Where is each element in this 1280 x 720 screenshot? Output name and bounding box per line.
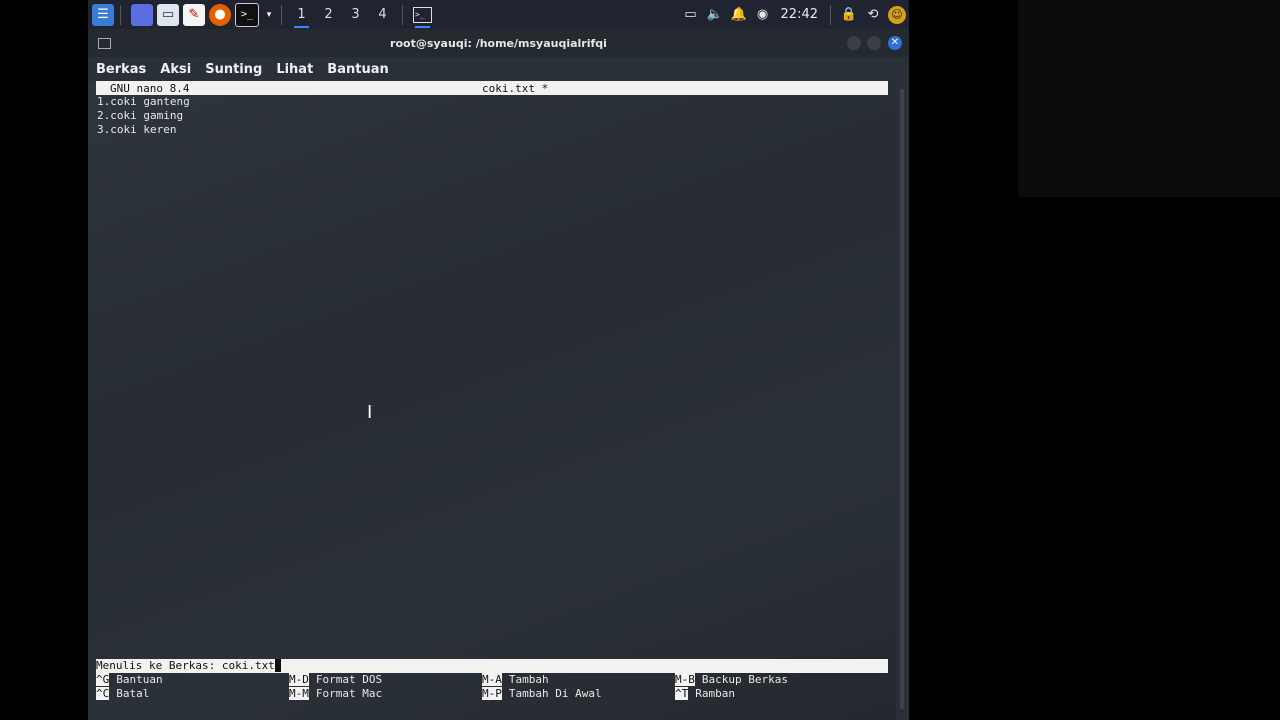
chevron-down-icon[interactable]: ▾ bbox=[263, 4, 275, 26]
text-cursor bbox=[274, 659, 281, 672]
shortcut-bantuan[interactable]: ^G Bantuan bbox=[96, 673, 163, 687]
taskbar-terminal-task[interactable]: >_ bbox=[409, 0, 436, 29]
shortcut-format-dos[interactable]: M-D Format DOS bbox=[289, 673, 382, 687]
clock[interactable]: 22:42 bbox=[775, 7, 824, 22]
panel-separator bbox=[830, 4, 831, 25]
shortcut-tambah[interactable]: M-A Tambah bbox=[482, 673, 549, 687]
save-prompt-text: Menulis ke Berkas: coki.txt bbox=[96, 659, 275, 672]
show-desktop-icon[interactable] bbox=[131, 3, 153, 26]
notification-bell-icon[interactable]: 🔔 bbox=[727, 0, 751, 29]
shortcut-label: Ramban bbox=[695, 687, 735, 700]
menu-aksi[interactable]: Aksi bbox=[159, 60, 192, 79]
volume-icon[interactable]: 🔈 bbox=[703, 0, 727, 29]
shortcut-key: M-A bbox=[482, 673, 502, 686]
workspace-3[interactable]: 3 bbox=[342, 0, 369, 29]
logout-icon[interactable]: ⟲ bbox=[861, 0, 885, 29]
shortcut-ramban[interactable]: ^T Ramban bbox=[675, 687, 735, 701]
file-line[interactable]: 2.coki gaming bbox=[97, 109, 183, 123]
background-panel bbox=[1018, 0, 1280, 197]
window-titlebar[interactable]: root@syauqi: /home/msyauqialrifqi ✕ bbox=[88, 29, 909, 57]
shortcut-key: ^T bbox=[675, 687, 689, 700]
shortcut-backup-berkas[interactable]: M-B Backup Berkas bbox=[675, 673, 788, 687]
top-panel: ☰ ▭ ✎ ● >_ ▾ 1 2 3 4 >_ ▭ 🔈 🔔 ◉ 22:42 🔒 … bbox=[88, 0, 909, 29]
workspace-1[interactable]: 1 bbox=[288, 0, 315, 29]
panel-separator bbox=[402, 4, 403, 25]
nano-shortcuts: ^G Bantuan M-D Format DOS M-A Tambah M-B Bac… bbox=[96, 673, 888, 701]
shortcut-key: M-D bbox=[289, 673, 309, 686]
terminal-icon[interactable]: >_ bbox=[235, 2, 259, 27]
panel-separator bbox=[281, 4, 282, 25]
file-line[interactable]: 1.coki ganteng bbox=[97, 95, 190, 109]
terminal-icon: >_ bbox=[413, 6, 432, 23]
menu-bantuan[interactable]: Bantuan bbox=[326, 60, 389, 79]
shortcut-label: Backup Berkas bbox=[701, 673, 788, 686]
display-icon[interactable]: ▭ bbox=[679, 0, 703, 29]
shortcut-label: Format Mac bbox=[315, 687, 383, 700]
nano-version: GNU nano 8.4 bbox=[110, 81, 190, 95]
terminal-area[interactable]: GNU nano 8.4 coki.txt * 1.coki ganteng 2… bbox=[88, 81, 896, 720]
file-line[interactable]: 3.coki keren bbox=[97, 123, 176, 137]
shortcut-label: Batal bbox=[116, 687, 150, 700]
shortcut-key: M-M bbox=[289, 687, 309, 700]
menu-berkas[interactable]: Berkas bbox=[95, 60, 147, 79]
window-title: root@syauqi: /home/msyauqialrifqi bbox=[390, 36, 607, 50]
shortcut-format-mac[interactable]: M-M Format Mac bbox=[289, 687, 382, 701]
text-editor-icon[interactable]: ✎ bbox=[183, 3, 205, 26]
file-manager-icon[interactable]: ▭ bbox=[157, 3, 179, 26]
workspace-4[interactable]: 4 bbox=[369, 0, 396, 29]
shortcut-label: Bantuan bbox=[116, 673, 163, 686]
app-menu-icon[interactable]: ☰ bbox=[92, 3, 114, 26]
minimize-button[interactable] bbox=[847, 36, 861, 50]
shortcut-key: M-B bbox=[675, 673, 695, 686]
clock-icon: ◉ bbox=[756, 7, 769, 22]
shortcut-key: ^C bbox=[96, 687, 110, 700]
workspace-2[interactable]: 2 bbox=[315, 0, 342, 29]
save-prompt[interactable]: Menulis ke Berkas: coki.txt bbox=[96, 659, 888, 673]
close-button[interactable]: ✕ bbox=[888, 36, 902, 50]
panel-separator bbox=[120, 4, 121, 25]
nano-title-bar: GNU nano 8.4 coki.txt * bbox=[96, 81, 888, 95]
terminal-scrollbar[interactable] bbox=[896, 81, 909, 720]
mouse-ibeam-cursor: I bbox=[367, 402, 373, 423]
shortcut-batal[interactable]: ^C Batal bbox=[96, 687, 149, 701]
shortcut-label: Format DOS bbox=[315, 673, 383, 686]
nano-filename: coki.txt * bbox=[482, 81, 549, 95]
lock-icon[interactable]: 🔒 bbox=[837, 0, 861, 29]
menu-bar: Berkas Aksi Sunting Lihat Bantuan bbox=[88, 57, 909, 81]
scrollbar-thumb[interactable] bbox=[900, 89, 904, 709]
firefox-icon[interactable]: ● bbox=[209, 3, 231, 26]
menu-sunting[interactable]: Sunting bbox=[204, 60, 263, 79]
terminal-window: root@syauqi: /home/msyauqialrifqi ✕ Berk… bbox=[88, 29, 909, 720]
maximize-button[interactable] bbox=[867, 36, 881, 50]
menu-lihat[interactable]: Lihat bbox=[275, 60, 314, 79]
shortcut-key: ^G bbox=[96, 673, 110, 686]
shortcut-tambah-di-awal[interactable]: M-P Tambah Di Awal bbox=[482, 687, 602, 701]
shortcut-key: M-P bbox=[482, 687, 502, 700]
user-avatar-icon[interactable]: ☺ bbox=[885, 0, 909, 29]
shortcut-label: Tambah bbox=[508, 673, 549, 686]
shortcut-label: Tambah Di Awal bbox=[508, 687, 602, 700]
